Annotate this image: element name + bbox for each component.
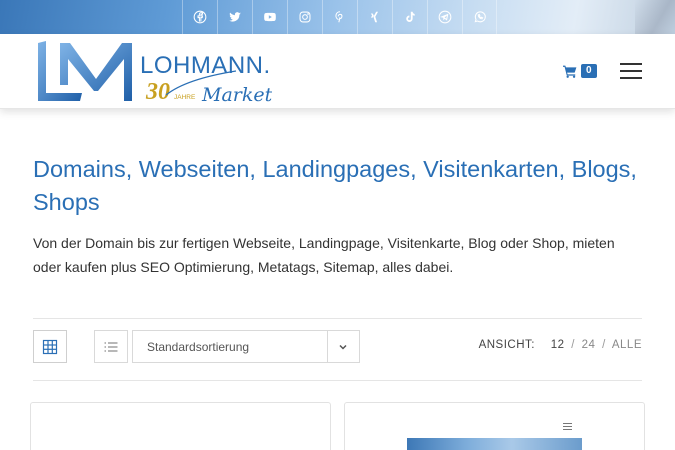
sort-select-value: Standardsortierung <box>147 340 250 354</box>
logo-brand-text: LOHMANN. <box>140 52 271 79</box>
youtube-icon[interactable] <box>252 0 287 34</box>
grid-icon <box>42 339 58 354</box>
twitter-icon[interactable] <box>217 0 252 34</box>
list-view-button[interactable] <box>94 330 128 363</box>
chevron-down-icon <box>339 344 347 350</box>
shop-toolbar: Standardsortierung ANSICHT: 12 / 24 / AL… <box>33 318 642 381</box>
page-title: Domains, Webseiten, Landingpages, Visite… <box>33 156 637 215</box>
per-page-selector: ANSICHT: 12 / 24 / ALLE <box>479 339 642 351</box>
logo-tagline: Marketing <box>201 84 272 105</box>
per-page-label: ANSICHT: <box>478 339 535 351</box>
product-card[interactable] <box>30 402 331 450</box>
cart-button[interactable]: 0 <box>563 64 597 78</box>
product-thumbnail[interactable] <box>407 438 582 450</box>
grid-view-button[interactable] <box>33 330 67 363</box>
per-page-option-all[interactable]: ALLE <box>612 339 642 351</box>
telegram-icon[interactable] <box>427 0 462 34</box>
logo-years-word: JAHRE <box>174 94 196 101</box>
per-page-separator: / <box>602 339 606 351</box>
logo-years: 30 <box>145 79 170 105</box>
menu-toggle-icon[interactable] <box>620 63 642 79</box>
per-page-option-current[interactable]: 12 <box>551 339 565 351</box>
cart-icon <box>563 65 577 78</box>
social-links <box>182 0 497 34</box>
per-page-option-24[interactable]: 24 <box>582 339 596 351</box>
site-logo[interactable]: LOHMANN. 30 JAHRE Marketing <box>36 39 303 106</box>
top-social-bar <box>0 0 675 34</box>
facebook-icon[interactable] <box>182 0 217 34</box>
xing-icon[interactable] <box>357 0 392 34</box>
instagram-icon[interactable] <box>287 0 322 34</box>
whatsapp-icon[interactable] <box>462 0 497 34</box>
card-menu-icon[interactable] <box>563 423 572 432</box>
product-card[interactable] <box>344 402 645 450</box>
sort-select[interactable]: Standardsortierung <box>132 330 360 363</box>
decorative-streak <box>635 0 675 34</box>
tiktok-icon[interactable] <box>392 0 427 34</box>
per-page-separator: / <box>571 339 575 351</box>
list-icon <box>104 341 118 352</box>
page-intro-text: Von der Domain bis zur fertigen Webseite… <box>33 235 615 275</box>
cart-count-badge: 0 <box>581 64 597 78</box>
site-header: LOHMANN. 30 JAHRE Marketing 0 <box>0 34 675 109</box>
sort-select-divider <box>327 331 328 362</box>
pinterest-icon[interactable] <box>322 0 357 34</box>
